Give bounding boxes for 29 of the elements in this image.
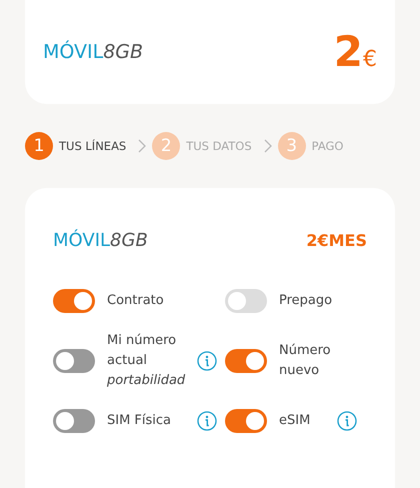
step-number: 1 bbox=[25, 132, 53, 160]
toggle-switch[interactable] bbox=[53, 349, 95, 373]
option-label: SIM Física bbox=[107, 412, 172, 430]
option-label: Mi número actual portabilidad bbox=[107, 332, 186, 390]
chevron-icon bbox=[264, 139, 272, 153]
info-icon[interactable] bbox=[337, 411, 357, 431]
plan-name: MÓVIL bbox=[43, 40, 104, 62]
plan-data: 8GB bbox=[103, 40, 144, 62]
chevron-icon bbox=[138, 139, 146, 153]
toggle-switch[interactable] bbox=[225, 409, 267, 433]
option-label: Número nuevo bbox=[279, 342, 332, 380]
step-number: 2 bbox=[152, 132, 180, 160]
toggle-switch[interactable] bbox=[225, 349, 267, 373]
price-amount: 2 bbox=[334, 27, 363, 76]
plan-name: MÓVIL bbox=[53, 230, 110, 251]
option-label: Prepago bbox=[279, 292, 333, 310]
info-icon[interactable] bbox=[197, 411, 217, 431]
info-icon[interactable] bbox=[197, 351, 217, 371]
price-currency: € bbox=[363, 47, 377, 72]
step-number: 3 bbox=[278, 132, 306, 160]
toggle-switch[interactable] bbox=[53, 289, 95, 313]
step-tab[interactable]: 3 PAGO bbox=[278, 132, 350, 160]
step-tab[interactable]: 1 TUS LÍNEAS bbox=[25, 132, 132, 160]
option-label: eSIM bbox=[279, 412, 312, 430]
step-tab[interactable]: 2 TUS DATOS bbox=[152, 132, 258, 160]
monthly-price: 2€MES bbox=[306, 231, 367, 250]
plan-data: 8GB bbox=[110, 230, 148, 251]
toggle-switch[interactable] bbox=[53, 409, 95, 433]
option-label: Contrato bbox=[107, 292, 165, 310]
